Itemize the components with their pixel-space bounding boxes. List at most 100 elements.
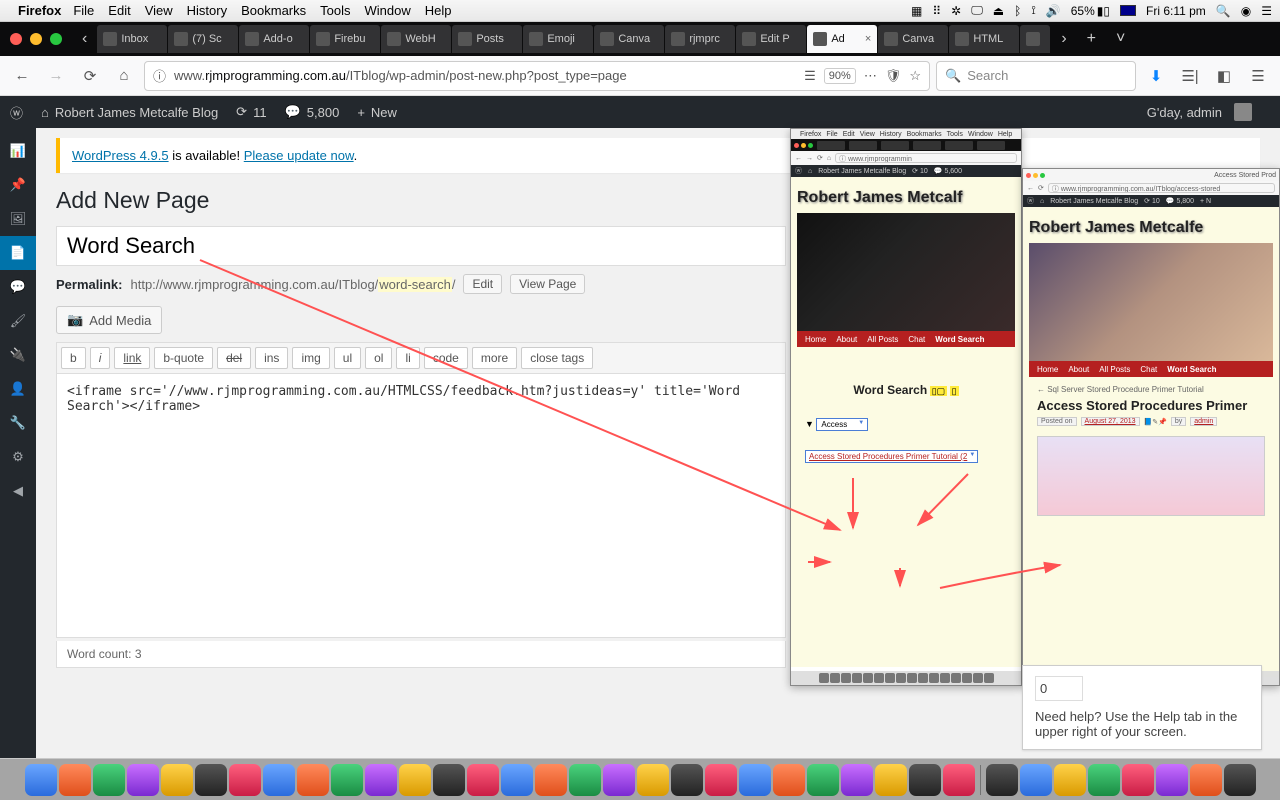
dock-app[interactable] bbox=[1156, 764, 1188, 796]
dock-app[interactable] bbox=[59, 764, 91, 796]
bluetooth-icon[interactable]: ᛒ bbox=[1014, 4, 1021, 18]
tab-webh[interactable]: WebH bbox=[381, 25, 451, 53]
status-display-icon[interactable]: 🖵 bbox=[971, 3, 983, 18]
downloads-button[interactable]: ⬇ bbox=[1142, 62, 1170, 90]
dock-app[interactable] bbox=[671, 764, 703, 796]
tab-rjmprc[interactable]: rjmprc bbox=[665, 25, 735, 53]
update-now-link[interactable]: Please update now bbox=[244, 148, 354, 163]
search-bar[interactable]: 🔍 Search bbox=[936, 61, 1136, 91]
tab-inbox[interactable]: Inbox bbox=[97, 25, 167, 53]
dock-app[interactable] bbox=[535, 764, 567, 796]
dock-app[interactable] bbox=[1088, 764, 1120, 796]
dock-app[interactable] bbox=[25, 764, 57, 796]
qt-bquote[interactable]: b-quote bbox=[154, 347, 213, 369]
tracking-shield-icon[interactable]: 🛡 bbox=[885, 68, 902, 84]
tab-overflow[interactable] bbox=[1020, 25, 1050, 53]
dock-app[interactable] bbox=[773, 764, 805, 796]
dock-app[interactable] bbox=[841, 764, 873, 796]
qt-bold[interactable]: b bbox=[61, 347, 86, 369]
tab-scroll-right[interactable]: › bbox=[1051, 30, 1076, 48]
updates-menu[interactable]: ⟳11 bbox=[236, 104, 266, 120]
app-name[interactable]: Firefox bbox=[18, 3, 61, 18]
reader-mode-icon[interactable]: ☰ bbox=[804, 68, 816, 84]
input-flag-icon[interactable] bbox=[1120, 5, 1136, 16]
status-bug-icon[interactable]: ✲ bbox=[951, 4, 961, 18]
dock-app[interactable] bbox=[297, 764, 329, 796]
sidebar-settings-icon[interactable]: ⚙ bbox=[0, 440, 36, 474]
dock-app[interactable] bbox=[161, 764, 193, 796]
reload-button[interactable]: ⟳ bbox=[76, 62, 104, 90]
dock-app[interactable] bbox=[739, 764, 771, 796]
tab-canvas1[interactable]: Canva bbox=[594, 25, 664, 53]
order-field[interactable]: 0 bbox=[1035, 676, 1083, 701]
spotlight-icon[interactable]: 🔍 bbox=[1216, 4, 1231, 18]
menu-help[interactable]: Help bbox=[425, 3, 452, 18]
edit-slug-button[interactable]: Edit bbox=[463, 274, 502, 294]
sidebar-collapse-icon[interactable]: ◀ bbox=[0, 474, 36, 508]
tab-firebug[interactable]: Firebu bbox=[310, 25, 380, 53]
dock-app[interactable] bbox=[263, 764, 295, 796]
tab-linkedin[interactable]: (7) Sc bbox=[168, 25, 238, 53]
qt-ins[interactable]: ins bbox=[255, 347, 288, 369]
wp-logo-menu[interactable]: ⓦ bbox=[10, 103, 23, 122]
tab-canvas2[interactable]: Canva bbox=[878, 25, 948, 53]
sidebar-pages-icon[interactable]: 📄 bbox=[0, 236, 36, 270]
new-tab-button[interactable]: + bbox=[1077, 30, 1106, 48]
sidebar-users-icon[interactable]: 👤 bbox=[0, 372, 36, 406]
sidebar-media-icon[interactable]: 🖼 bbox=[0, 202, 36, 236]
content-textarea[interactable]: <iframe src='//www.rjmprogramming.com.au… bbox=[56, 373, 786, 638]
howdy-account[interactable]: G'day, admin bbox=[1147, 103, 1252, 121]
tab-scroll-left[interactable]: ‹ bbox=[72, 30, 97, 48]
status-extra-icon[interactable]: ▦ bbox=[911, 4, 922, 18]
qt-more[interactable]: more bbox=[472, 347, 517, 369]
close-window-button[interactable] bbox=[10, 33, 22, 45]
view-page-button[interactable]: View Page bbox=[510, 274, 585, 294]
dock-app[interactable] bbox=[637, 764, 669, 796]
sidebar-dashboard-icon[interactable]: 📊 bbox=[0, 134, 36, 168]
sidebar-comments-icon[interactable]: 💬 bbox=[0, 270, 36, 304]
site-name-menu[interactable]: ⌂Robert James Metcalfe Blog bbox=[41, 105, 218, 120]
tab-addons[interactable]: Add-o bbox=[239, 25, 309, 53]
qt-ol[interactable]: ol bbox=[365, 347, 392, 369]
home-button[interactable]: ⌂ bbox=[110, 62, 138, 90]
add-media-button[interactable]: 📷Add Media bbox=[56, 306, 162, 334]
dock-app[interactable] bbox=[909, 764, 941, 796]
qt-code[interactable]: code bbox=[424, 347, 468, 369]
dock-app[interactable] bbox=[331, 764, 363, 796]
sidebar-tools-icon[interactable]: 🔧 bbox=[0, 406, 36, 440]
sidebar-appearance-icon[interactable]: 🖌 bbox=[0, 304, 36, 338]
status-airplay-icon[interactable]: ⏏ bbox=[993, 4, 1004, 18]
qt-italic[interactable]: i bbox=[90, 347, 111, 369]
sidebar-plugins-icon[interactable]: 🔌 bbox=[0, 338, 36, 372]
dock-app[interactable] bbox=[127, 764, 159, 796]
wifi-icon[interactable]: ⟟ bbox=[1031, 3, 1035, 18]
dock-app[interactable] bbox=[875, 764, 907, 796]
page-actions-icon[interactable]: ⋯ bbox=[864, 68, 877, 84]
tab-posts[interactable]: Posts bbox=[452, 25, 522, 53]
siri-icon[interactable]: ◉ bbox=[1241, 4, 1251, 18]
dock-app[interactable] bbox=[467, 764, 499, 796]
new-content-menu[interactable]: +New bbox=[357, 105, 397, 120]
dock-app[interactable] bbox=[705, 764, 737, 796]
clock[interactable]: Fri 6:11 pm bbox=[1146, 4, 1206, 18]
dock-app[interactable] bbox=[603, 764, 635, 796]
tab-add-new-page[interactable]: Ad× bbox=[807, 25, 877, 53]
title-input[interactable] bbox=[56, 226, 786, 266]
menu-window[interactable]: Window bbox=[365, 3, 411, 18]
status-dots-icon[interactable]: ⠿ bbox=[932, 4, 941, 18]
menu-history[interactable]: History bbox=[187, 3, 227, 18]
dock-app[interactable] bbox=[433, 764, 465, 796]
dock-app[interactable] bbox=[501, 764, 533, 796]
zoom-window-button[interactable] bbox=[50, 33, 62, 45]
minimize-window-button[interactable] bbox=[30, 33, 42, 45]
menu-bookmarks[interactable]: Bookmarks bbox=[241, 3, 306, 18]
zoom-badge[interactable]: 90% bbox=[824, 68, 856, 84]
dock-app[interactable] bbox=[569, 764, 601, 796]
dock-app[interactable] bbox=[986, 764, 1018, 796]
sidebar-posts-icon[interactable]: 📌 bbox=[0, 168, 36, 202]
dock-app[interactable] bbox=[1054, 764, 1086, 796]
menu-file[interactable]: File bbox=[73, 3, 94, 18]
wp-version-link[interactable]: WordPress 4.9.5 bbox=[72, 148, 169, 163]
tab-html[interactable]: HTML bbox=[949, 25, 1019, 53]
menu-edit[interactable]: Edit bbox=[108, 3, 130, 18]
